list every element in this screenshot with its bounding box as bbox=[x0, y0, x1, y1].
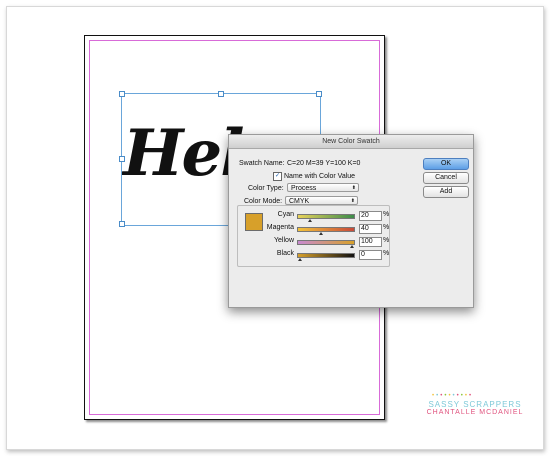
magenta-label: Magenta bbox=[266, 224, 294, 231]
watermark-logo: SASSY SCRAPPERS CHANTALLE MCDANIEL bbox=[420, 400, 530, 416]
magenta-unit: % bbox=[383, 224, 390, 231]
yellow-slider-thumb[interactable] bbox=[350, 245, 354, 248]
color-type-label: Color Type: bbox=[248, 185, 284, 192]
cyan-slider-thumb[interactable] bbox=[308, 219, 313, 222]
yellow-label: Yellow bbox=[274, 237, 294, 244]
chevron-updown-icon: ⬍ bbox=[350, 198, 355, 204]
cyan-label: Cyan bbox=[277, 211, 294, 218]
resize-handle[interactable] bbox=[119, 91, 125, 97]
color-mode-select[interactable]: CMYK ⬍ bbox=[285, 196, 358, 205]
resize-handle[interactable] bbox=[119, 221, 125, 227]
chevron-updown-icon: ⬍ bbox=[351, 185, 356, 191]
black-input[interactable]: 0 bbox=[359, 250, 382, 260]
magenta-slider[interactable] bbox=[297, 227, 355, 235]
black-unit: % bbox=[383, 250, 390, 257]
ok-button[interactable]: OK bbox=[423, 158, 469, 170]
color-mode-label: Color Mode: bbox=[243, 198, 284, 205]
confetti-dots-decoration: •••••••••• bbox=[432, 393, 474, 399]
yellow-input[interactable]: 100 bbox=[359, 237, 382, 247]
magenta-input[interactable]: 40 bbox=[359, 224, 382, 234]
color-mode-value: CMYK bbox=[289, 198, 310, 205]
cyan-slider[interactable] bbox=[297, 214, 355, 222]
new-color-swatch-dialog: New Color Swatch Swatch Name: C=20 M=39 … bbox=[228, 134, 474, 308]
black-slider[interactable] bbox=[297, 253, 355, 261]
cancel-button[interactable]: Cancel bbox=[423, 172, 469, 184]
color-type-value: Process bbox=[291, 185, 317, 192]
swatch-name-value[interactable]: C=20 M=39 Y=100 K=0 bbox=[287, 160, 360, 167]
yellow-unit: % bbox=[383, 237, 390, 244]
name-with-color-value-checkbox[interactable]: ✓ bbox=[273, 172, 282, 181]
cyan-unit: % bbox=[383, 211, 390, 218]
yellow-slider[interactable] bbox=[297, 240, 355, 248]
name-with-color-value-label: Name with Color Value bbox=[284, 173, 356, 180]
watermark-line-2: CHANTALLE MCDANIEL bbox=[426, 409, 524, 416]
black-slider-thumb[interactable] bbox=[298, 258, 302, 261]
color-type-select[interactable]: Process ⬍ bbox=[287, 183, 359, 192]
black-label: Black bbox=[276, 250, 294, 257]
resize-handle[interactable] bbox=[316, 91, 322, 97]
magenta-slider-thumb[interactable] bbox=[318, 232, 323, 235]
watermark-line-1: SASSY SCRAPPERS bbox=[428, 400, 522, 409]
swatch-name-label: Swatch Name: bbox=[239, 160, 285, 167]
dialog-title: New Color Swatch bbox=[229, 135, 473, 149]
cyan-input[interactable]: 20 bbox=[359, 211, 382, 221]
resize-handle[interactable] bbox=[218, 91, 224, 97]
resize-handle[interactable] bbox=[119, 156, 125, 162]
add-button[interactable]: Add bbox=[423, 186, 469, 198]
